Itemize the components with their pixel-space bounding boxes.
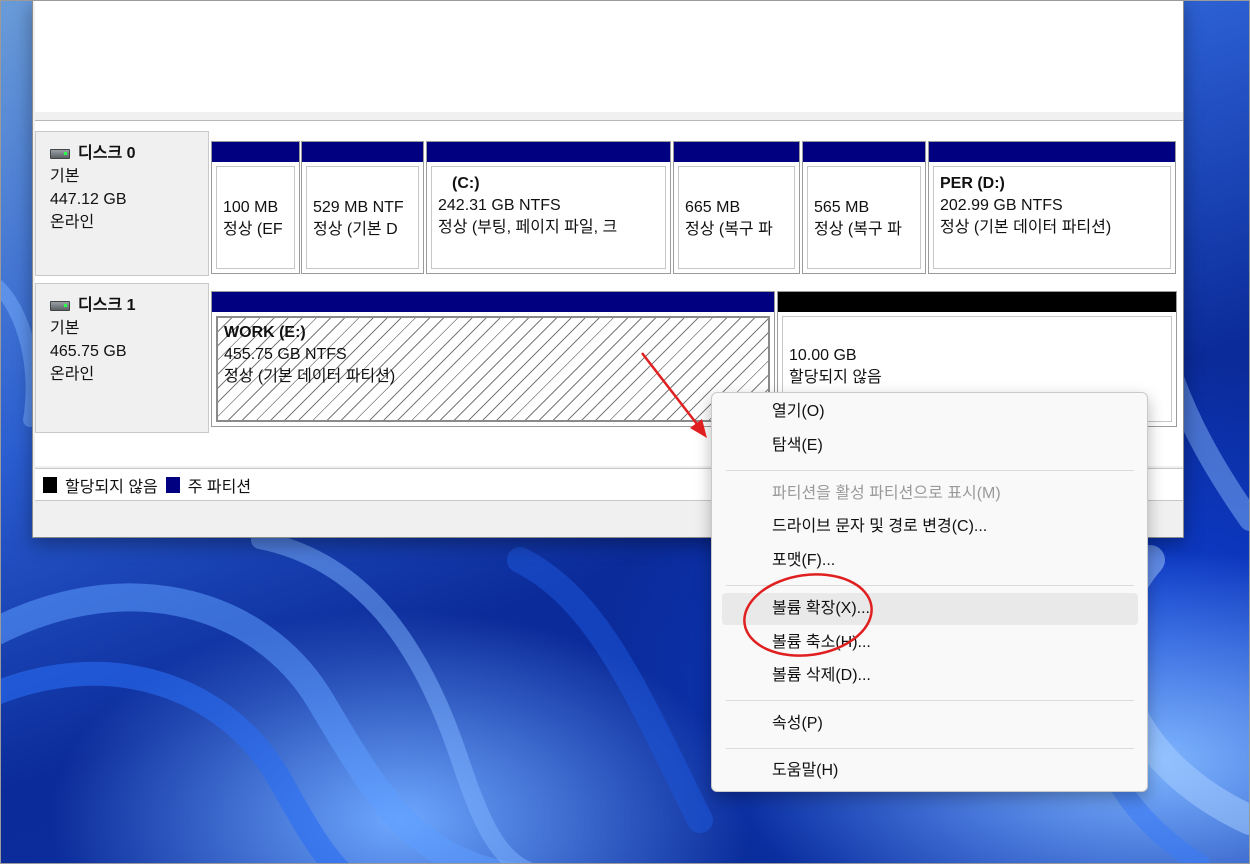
menu-item-shrink-volume[interactable]: 볼륨 축소(H)... <box>722 627 1138 659</box>
hard-drive-icon <box>50 148 70 159</box>
disk-0-label[interactable]: 디스크 0 기본 447.12 GB 온라인 <box>35 131 209 276</box>
menu-item-delete-volume[interactable]: 볼륨 삭제(D)... <box>722 660 1138 692</box>
primary-partition-bar <box>427 142 670 162</box>
partition-status: 정상 (복구 파 <box>685 221 773 238</box>
menu-item-change-letter[interactable]: 드라이브 문자 및 경로 변경(C)... <box>722 511 1138 543</box>
legend-unallocated: 할당되지 않음 <box>65 478 158 496</box>
menu-item-open[interactable]: 열기(O) <box>722 396 1138 428</box>
primary-partition-swatch <box>165 476 180 493</box>
legend-primary: 주 파티션 <box>187 478 252 496</box>
menu-item-format[interactable]: 포맷(F)... <box>722 545 1138 577</box>
unallocated-swatch <box>43 476 57 493</box>
menu-separator <box>726 748 1134 749</box>
disk-size: 465.75 GB <box>50 343 127 360</box>
unallocated-bar <box>778 292 1176 312</box>
menu-item-properties[interactable]: 속성(P) <box>722 708 1138 740</box>
partition-size: 565 MB <box>814 199 870 216</box>
disk-type: 기본 <box>50 168 80 185</box>
menu-separator <box>726 585 1134 586</box>
partition-title: PER (D:) <box>940 175 1005 192</box>
partition-d[interactable]: PER (D:) 202.99 GB NTFS 정상 (기본 데이터 파티션) <box>928 141 1176 274</box>
partition-size: 202.99 GB NTFS <box>940 197 1063 214</box>
menu-separator <box>726 700 1134 701</box>
disk-1-label[interactable]: 디스크 1 기본 465.75 GB 온라인 <box>35 283 209 433</box>
partition-title: (C:) <box>452 175 480 192</box>
partition-status: 정상 (부팅, 페이지 파일, 크 <box>438 219 618 236</box>
partition-recovery-1[interactable]: 665 MB 정상 (복구 파 <box>673 141 800 274</box>
disk-row-0: 디스크 0 기본 447.12 GB 온라인 100 MB 정상 (EF 529… <box>35 131 1183 276</box>
disk-type: 기본 <box>50 320 80 337</box>
partition-status: 할당되지 않음 <box>789 369 882 386</box>
partition-efi[interactable]: 100 MB 정상 (EF <box>211 141 300 274</box>
menu-item-extend-volume[interactable]: 볼륨 확장(X)... <box>722 593 1138 625</box>
primary-partition-bar <box>212 292 774 312</box>
primary-partition-bar <box>803 142 925 162</box>
menu-separator <box>726 470 1134 471</box>
partition-recovery-2[interactable]: 565 MB 정상 (복구 파 <box>802 141 926 274</box>
partition-size: 242.31 GB NTFS <box>438 197 561 214</box>
volume-list-pane[interactable] <box>35 0 1183 113</box>
partition-size: 100 MB <box>223 199 279 216</box>
primary-partition-bar <box>674 142 799 162</box>
disk-size: 447.12 GB <box>50 191 127 208</box>
primary-partition-bar <box>212 142 299 162</box>
partition-status: 정상 (복구 파 <box>814 221 902 238</box>
partition-status: 정상 (기본 데이터 파티션) <box>940 219 1112 236</box>
disk-name: 디스크 1 <box>78 297 136 314</box>
menu-item-help[interactable]: 도움말(H) <box>722 755 1138 787</box>
partition-size: 455.75 GB NTFS <box>224 346 347 363</box>
hard-drive-icon <box>50 300 70 311</box>
partition-size: 529 MB NTF <box>313 199 404 216</box>
partition-status: 정상 (EF <box>223 221 283 238</box>
primary-partition-bar <box>302 142 423 162</box>
disk-name: 디스크 0 <box>78 145 136 162</box>
menu-item-mark-active[interactable]: 파티션을 활성 파티션으로 표시(M) <box>722 478 1138 510</box>
primary-partition-bar <box>929 142 1175 162</box>
pane-splitter[interactable] <box>35 112 1183 121</box>
partition-size: 10.00 GB <box>789 347 857 364</box>
partition-e-selected[interactable]: WORK (E:) 455.75 GB NTFS 정상 (기본 데이터 파티션) <box>211 291 775 427</box>
disk-status: 온라인 <box>50 214 95 231</box>
menu-item-explore[interactable]: 탐색(E) <box>722 430 1138 462</box>
partition-status: 정상 (기본 데이터 파티션) <box>224 368 396 385</box>
partition-msr[interactable]: 529 MB NTF 정상 (기본 D <box>301 141 424 274</box>
context-menu: 열기(O) 탐색(E) 파티션을 활성 파티션으로 표시(M) 드라이브 문자 … <box>711 392 1148 792</box>
disk-status: 온라인 <box>50 366 95 383</box>
partition-size: 665 MB <box>685 199 741 216</box>
partition-status: 정상 (기본 D <box>313 221 398 238</box>
partition-title: WORK (E:) <box>224 324 306 341</box>
partition-c[interactable]: (C:) 242.31 GB NTFS 정상 (부팅, 페이지 파일, 크 <box>426 141 671 274</box>
